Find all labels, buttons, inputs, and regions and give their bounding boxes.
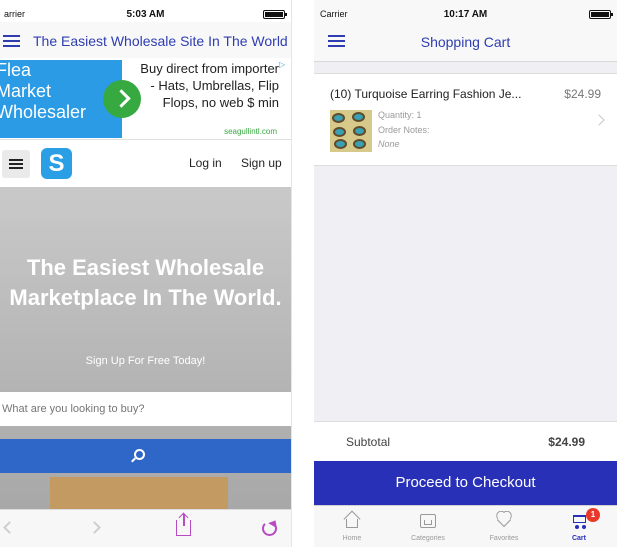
tab-home[interactable]: Home: [314, 506, 390, 547]
tab-categories[interactable]: Categories: [390, 506, 466, 547]
nav-bar: Shopping Cart: [314, 22, 617, 62]
status-bar: arrier 5:03 AM: [0, 0, 291, 22]
cart-item-row[interactable]: (10) Turquoise Earring Fashion Je... $24…: [314, 73, 617, 166]
nav-title: Shopping Cart: [420, 34, 511, 50]
forward-icon[interactable]: [88, 521, 101, 534]
cart-item-thumbnail: [330, 110, 372, 152]
ad-arrow-icon[interactable]: [103, 80, 141, 118]
reload-icon[interactable]: [262, 521, 277, 536]
adchoices-icon[interactable]: ▷: [279, 60, 289, 70]
nav-title: The Easiest Wholesale Site In The World: [33, 33, 288, 49]
tab-bar: Home Categories Favorites 1 Cart: [314, 505, 617, 547]
proceed-to-checkout-button[interactable]: Proceed to Checkout: [314, 461, 617, 505]
chevron-right-icon: [593, 114, 605, 126]
cart-item-notes-value: None: [378, 139, 400, 149]
hero-subline[interactable]: Sign Up For Free Today!: [0, 355, 291, 367]
site-logo[interactable]: S: [41, 148, 72, 179]
search-input[interactable]: [0, 392, 291, 426]
categories-icon: [419, 511, 437, 529]
right-phone-screen: Carrier 10:17 AM Shopping Cart (10) Turq…: [314, 0, 617, 547]
search-button[interactable]: [0, 439, 291, 473]
tab-label: Cart: [571, 535, 586, 542]
ad-image-line: Flea: [0, 60, 32, 80]
hero-box-image: [50, 477, 228, 509]
status-time: 10:17 AM: [443, 9, 488, 20]
battery-icon: [263, 10, 287, 19]
ad-text[interactable]: Buy direct from importer - Hats, Umbrell…: [139, 60, 279, 111]
site-menu-button[interactable]: [2, 150, 30, 178]
login-link[interactable]: Log in: [189, 156, 222, 170]
hero-headline: The Easiest Wholesale Marketplace In The…: [9, 255, 282, 310]
cart-item-quantity: Quantity: 1: [378, 110, 422, 120]
cart-item-name: (10) Turquoise Earring Fashion Je...: [330, 87, 522, 101]
hero-section: The Easiest Wholesale Marketplace In The…: [0, 187, 291, 509]
cart-item-notes-label: Order Notes:: [378, 125, 430, 135]
tab-label: Home: [342, 535, 362, 542]
ad-url[interactable]: seagullintl.com: [224, 127, 277, 136]
tab-favorites[interactable]: Favorites: [466, 506, 542, 547]
share-icon[interactable]: [176, 514, 191, 536]
nav-bar: The Easiest Wholesale Site In The World: [0, 22, 291, 58]
back-icon[interactable]: [3, 521, 16, 534]
status-bar: Carrier 10:17 AM: [314, 0, 617, 22]
site-header: S Log in Sign up: [0, 140, 291, 187]
subtotal-label: Subtotal: [346, 435, 391, 449]
ad-banner[interactable]: Flea Market Wholesaler Buy direct from i…: [0, 58, 291, 140]
status-time: 5:03 AM: [126, 9, 165, 20]
subtotal-row: Subtotal $24.99: [314, 421, 617, 461]
cart-count-badge: 1: [586, 508, 600, 522]
tab-label: Favorites: [489, 535, 519, 542]
battery-icon: [589, 10, 613, 19]
menu-icon[interactable]: [3, 35, 20, 47]
search-box[interactable]: [0, 392, 291, 426]
search-icon: [134, 449, 145, 460]
tab-cart[interactable]: 1 Cart: [541, 506, 617, 547]
heart-icon: [495, 511, 513, 529]
left-phone-screen: arrier 5:03 AM The Easiest Wholesale Sit…: [0, 0, 292, 547]
cart-item-price: $24.99: [564, 87, 601, 101]
signup-link[interactable]: Sign up: [241, 156, 282, 170]
home-icon: [343, 510, 361, 529]
subtotal-value: $24.99: [548, 435, 585, 449]
tab-label: Categories: [411, 535, 445, 542]
browser-toolbar: [0, 509, 291, 547]
